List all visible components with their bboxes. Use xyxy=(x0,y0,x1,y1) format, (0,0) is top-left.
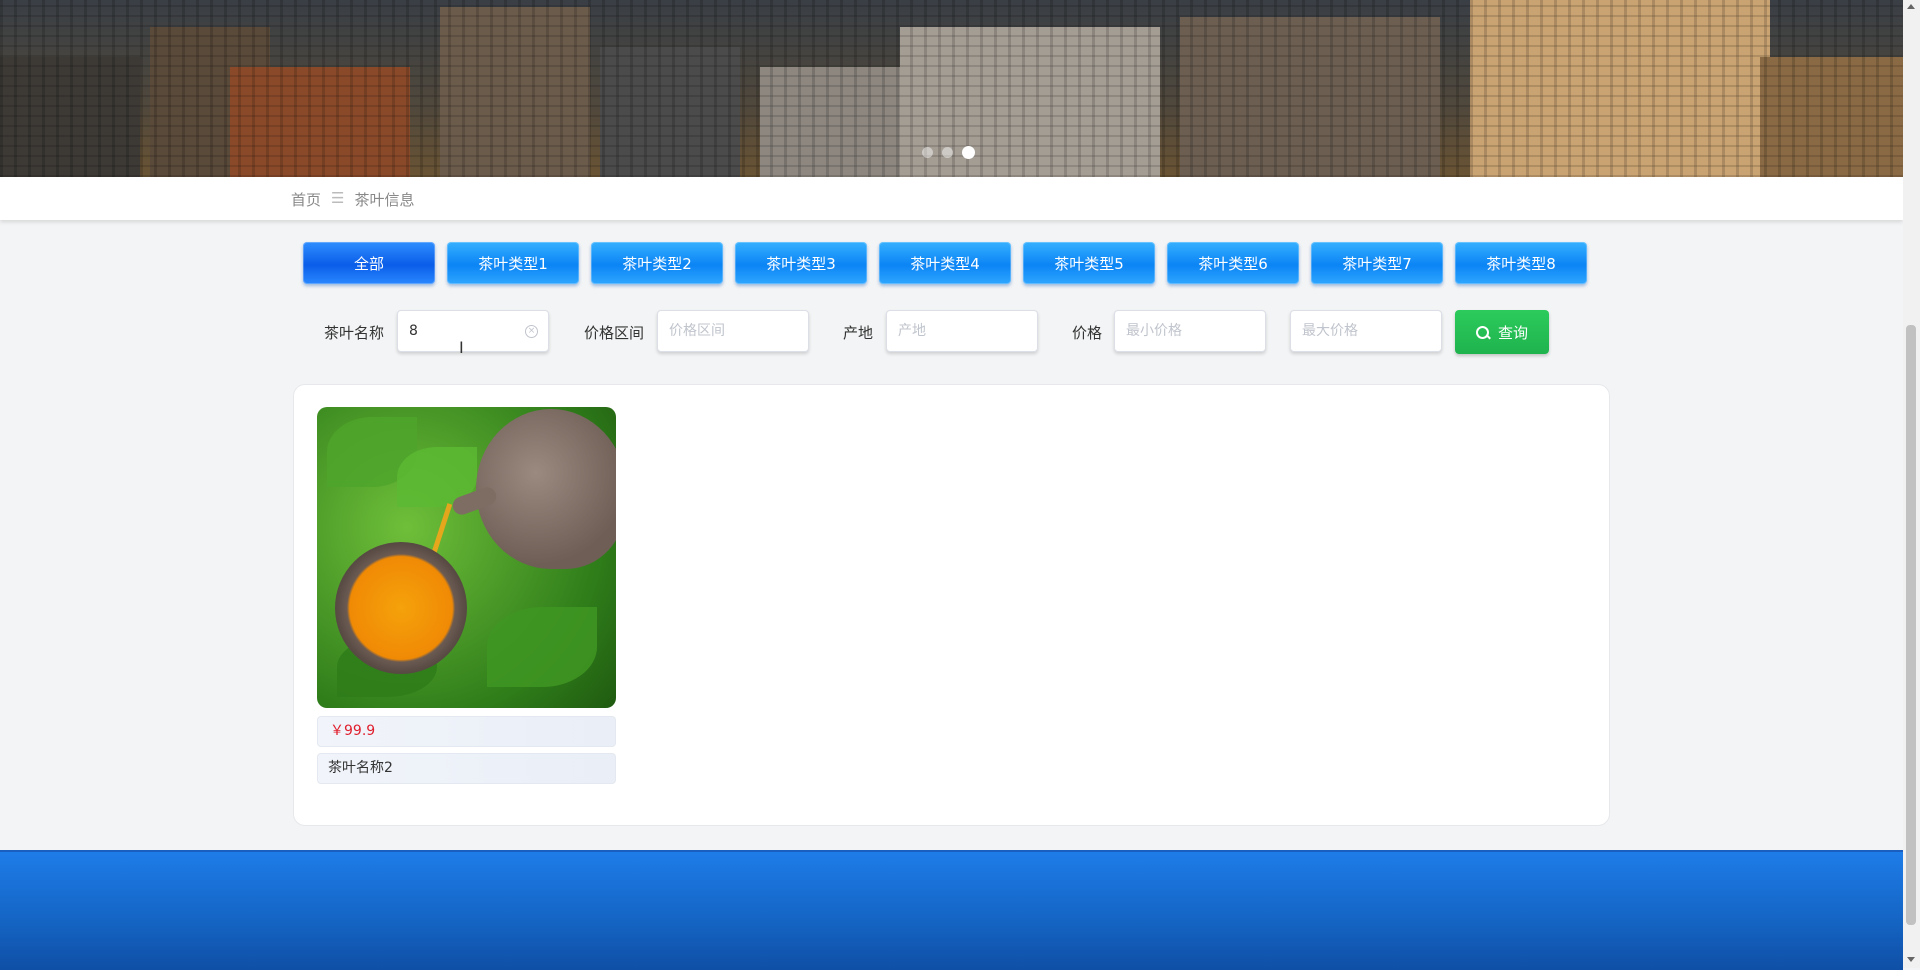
tab-tea-type-6[interactable]: 茶叶类型6 xyxy=(1167,242,1299,284)
breadcrumb: 首页 ☰ 茶叶信息 xyxy=(291,189,414,210)
price-range-input[interactable] xyxy=(658,311,789,351)
origin-input[interactable] xyxy=(887,311,1018,351)
tab-tea-type-5[interactable]: 茶叶类型5 xyxy=(1023,242,1155,284)
scroll-thumb[interactable] xyxy=(1906,325,1916,925)
tab-tea-type-7[interactable]: 茶叶类型7 xyxy=(1311,242,1443,284)
origin-label: 产地 xyxy=(843,324,874,342)
hero-banner xyxy=(0,0,1903,177)
footer xyxy=(0,850,1903,970)
carousel-dot-active[interactable] xyxy=(962,146,975,159)
scroll-down-icon[interactable] xyxy=(1907,957,1915,962)
scroll-up-icon[interactable] xyxy=(1907,4,1915,9)
price-label: 价格 xyxy=(1072,324,1103,342)
breadcrumb-home[interactable]: 首页 xyxy=(291,189,321,210)
page-scrollbar[interactable] xyxy=(1903,0,1920,968)
product-card[interactable]: ￥99.9 茶叶名称2 xyxy=(317,407,616,784)
tab-all[interactable]: 全部 xyxy=(303,242,435,284)
breadcrumb-bar: 首页 ☰ 茶叶信息 xyxy=(0,177,1903,220)
tea-name-field[interactable]: × xyxy=(397,310,549,352)
price-range-label: 价格区间 xyxy=(584,324,645,342)
product-image[interactable] xyxy=(317,407,616,708)
tea-cup-shape xyxy=(335,542,467,674)
max-price-input[interactable] xyxy=(1291,311,1422,351)
product-name[interactable]: 茶叶名称2 xyxy=(317,753,616,784)
search-icon xyxy=(1475,326,1489,339)
breadcrumb-separator-icon: ☰ xyxy=(331,189,345,207)
search-form: 茶叶名称 × 价格区间 产地 价格 查询 xyxy=(324,310,1624,354)
tab-tea-type-1[interactable]: 茶叶类型1 xyxy=(447,242,579,284)
breadcrumb-current: 茶叶信息 xyxy=(354,191,415,209)
tea-name-label: 茶叶名称 xyxy=(324,324,385,342)
carousel-dots xyxy=(922,146,975,159)
query-button[interactable]: 查询 xyxy=(1455,310,1549,354)
text-cursor-icon: I xyxy=(459,338,464,357)
product-price: ￥99.9 xyxy=(317,716,616,747)
carousel-dot[interactable] xyxy=(922,147,933,158)
clear-icon[interactable]: × xyxy=(525,325,538,338)
tab-tea-type-8[interactable]: 茶叶类型8 xyxy=(1455,242,1587,284)
origin-field[interactable] xyxy=(886,310,1038,352)
teapot-shape xyxy=(476,409,616,569)
tab-tea-type-2[interactable]: 茶叶类型2 xyxy=(591,242,723,284)
carousel-dot[interactable] xyxy=(942,147,953,158)
leaf-shape xyxy=(487,607,597,687)
price-range-field[interactable] xyxy=(657,310,809,352)
min-price-field[interactable] xyxy=(1114,310,1266,352)
min-price-input[interactable] xyxy=(1115,311,1246,351)
category-tabs: 全部 茶叶类型1 茶叶类型2 茶叶类型3 茶叶类型4 茶叶类型5 茶叶类型6 茶… xyxy=(303,242,1587,284)
max-price-field[interactable] xyxy=(1290,310,1442,352)
query-button-label: 查询 xyxy=(1497,323,1528,342)
tab-tea-type-4[interactable]: 茶叶类型4 xyxy=(879,242,1011,284)
product-list-panel: ￥99.9 茶叶名称2 xyxy=(293,384,1610,826)
tab-tea-type-3[interactable]: 茶叶类型3 xyxy=(735,242,867,284)
